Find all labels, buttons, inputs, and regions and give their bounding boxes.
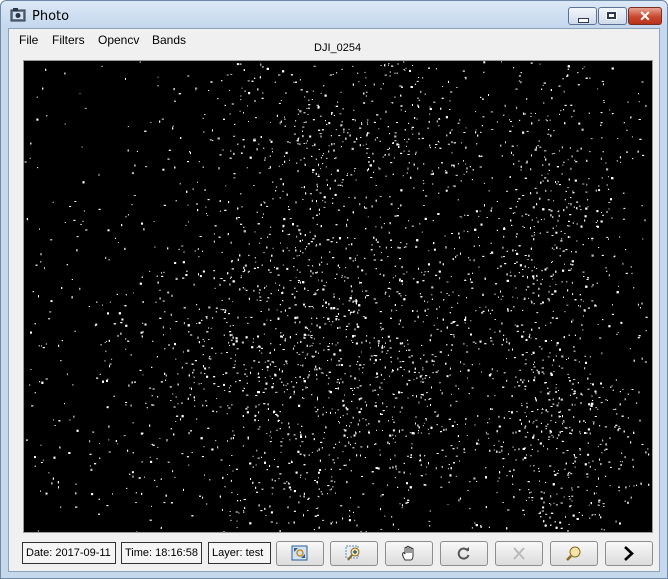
status-bar: Date: 2017-09-11 Time: 18:16:58 Layer: t… (9, 539, 659, 569)
next-arrow-icon (624, 546, 634, 561)
next-button[interactable] (605, 541, 653, 566)
zoom-fit-button[interactable] (276, 541, 324, 566)
app-photo-icon (10, 8, 26, 22)
client-area: File Filters Opencv Bands DJI_0254 Date:… (8, 28, 660, 572)
pan-button[interactable] (385, 541, 433, 566)
close-icon: ✕ (639, 8, 651, 24)
zoom-in-button[interactable] (330, 541, 378, 566)
minimize-icon (578, 18, 589, 23)
maximize-icon (606, 11, 617, 20)
close-button[interactable]: ✕ (628, 7, 662, 25)
edge-detection-image (24, 61, 650, 532)
menu-file[interactable]: File (15, 32, 42, 48)
maximize-button[interactable] (598, 7, 627, 25)
menu-opencv[interactable]: Opencv (94, 32, 143, 48)
zoom-fit-icon (291, 545, 308, 561)
photo-window: Photo ✕ File Filters Opencv Bands DJI_02… (0, 0, 668, 579)
time-field: Time: 18:16:58 (121, 542, 202, 564)
zoom-out-icon (566, 546, 581, 561)
rotate-button[interactable] (440, 541, 488, 566)
minimize-button[interactable] (568, 7, 597, 25)
clear-button[interactable] (495, 541, 543, 566)
image-canvas[interactable] (23, 60, 653, 533)
menu-filters[interactable]: Filters (48, 32, 89, 48)
layer-field: Layer: test (208, 542, 271, 564)
title-bar[interactable]: Photo ✕ (1, 1, 667, 28)
window-title: Photo (32, 9, 70, 24)
zoom-out-button[interactable] (550, 541, 598, 566)
pan-hand-icon (402, 545, 414, 561)
photo-name-label: DJI_0254 (314, 42, 362, 54)
menu-bands[interactable]: Bands (148, 32, 190, 48)
zoom-in-icon (345, 545, 360, 561)
rotate-icon (457, 547, 470, 560)
clear-x-icon (513, 547, 525, 560)
date-field: Date: 2017-09-11 (22, 542, 116, 564)
